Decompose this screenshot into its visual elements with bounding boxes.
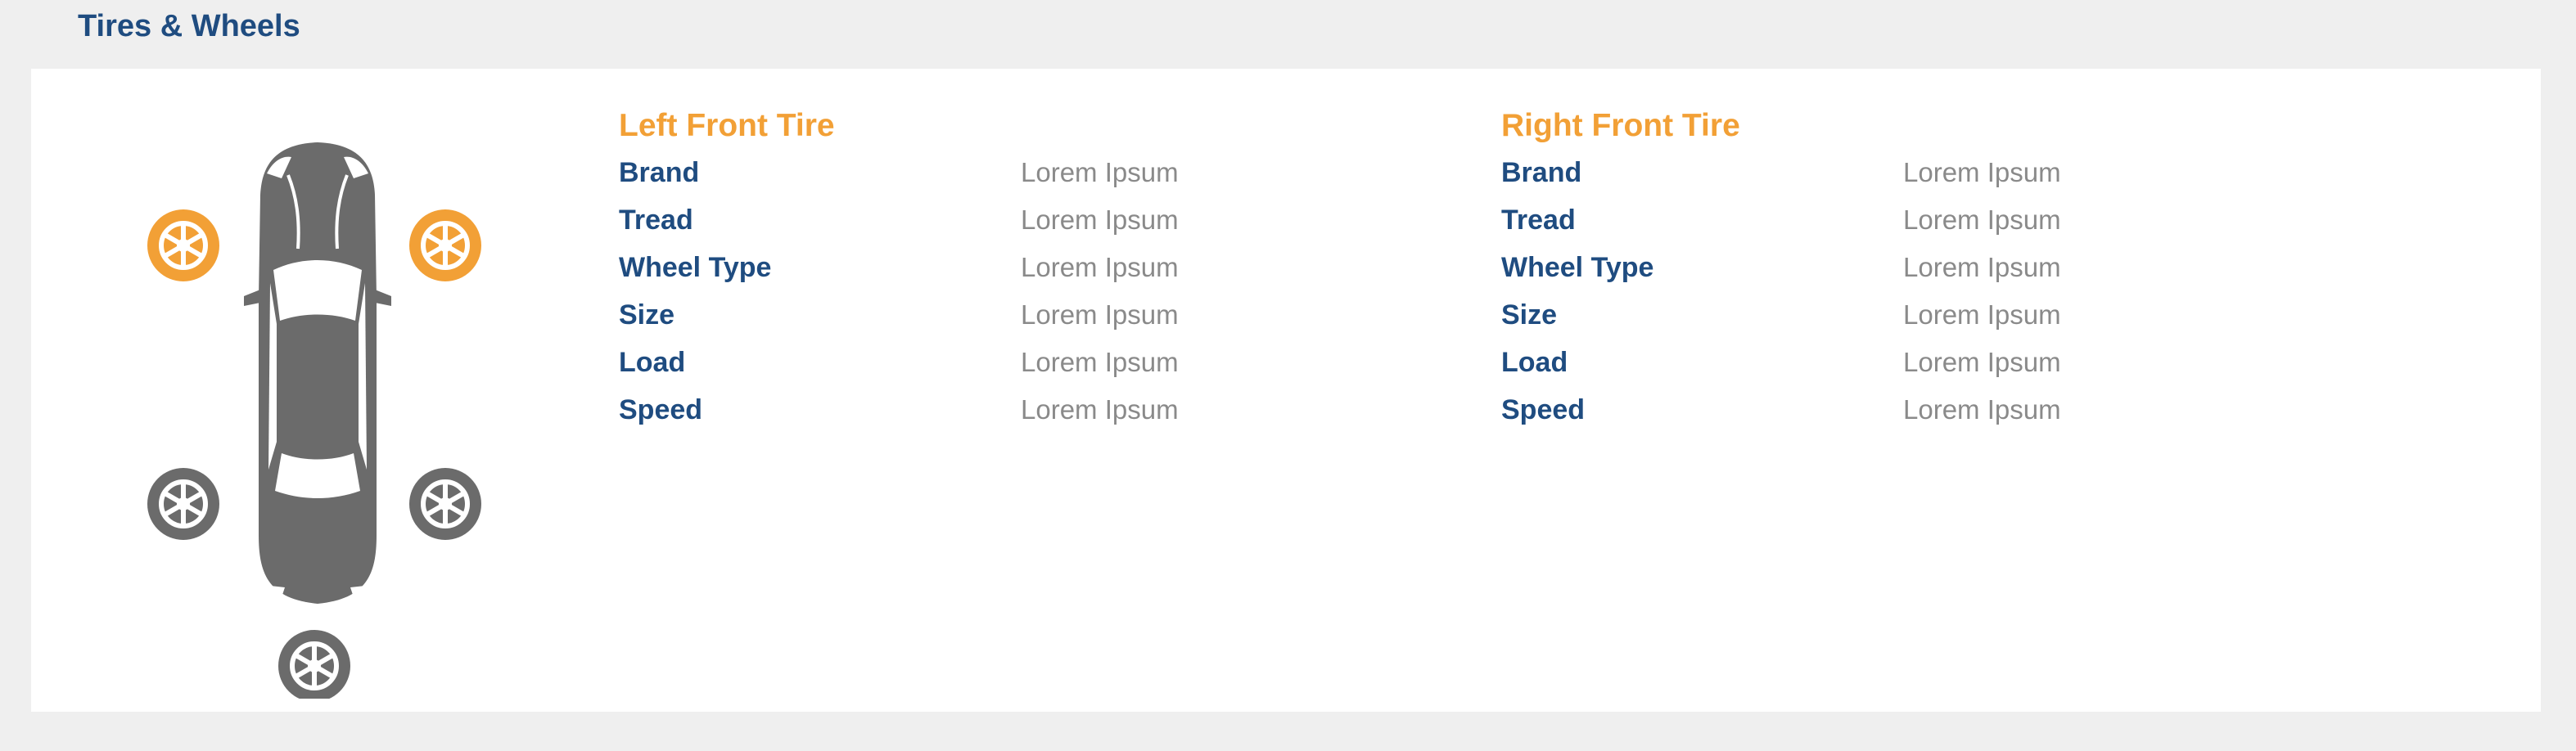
- spec-row-wheel-type: Wheel Type Lorem Ipsum: [1501, 244, 2320, 291]
- spec-row-speed: Speed Lorem Ipsum: [1501, 386, 2320, 434]
- spec-label: Size: [619, 299, 675, 331]
- spec-row-brand: Brand Lorem Ipsum: [1501, 149, 2320, 196]
- spec-value: Lorem Ipsum: [1021, 299, 1179, 330]
- spec-row-brand: Brand Lorem Ipsum: [619, 149, 1437, 196]
- tire-spare-icon[interactable]: [278, 630, 350, 699]
- spec-value: Lorem Ipsum: [1021, 252, 1179, 282]
- spec-label: Speed: [1501, 394, 1586, 425]
- tires-wheels-section: Tires & Wheels Left Front Tire Brand Lor…: [0, 0, 2576, 751]
- spec-row-tread: Tread Lorem Ipsum: [1501, 196, 2320, 244]
- car-body: [244, 142, 391, 604]
- spec-value: Lorem Ipsum: [1021, 394, 1179, 425]
- spec-row-speed: Speed Lorem Ipsum: [619, 386, 1437, 434]
- spec-label: Wheel Type: [619, 252, 772, 283]
- spec-row-tread: Tread Lorem Ipsum: [619, 196, 1437, 244]
- spec-row-wheel-type: Wheel Type Lorem Ipsum: [619, 244, 1437, 291]
- spec-row-size: Size Lorem Ipsum: [619, 291, 1437, 339]
- spec-label: Tread: [1501, 205, 1576, 236]
- tire-rear-right-icon[interactable]: [409, 468, 481, 540]
- spec-label: Load: [1501, 347, 1568, 378]
- spec-label: Size: [1501, 299, 1558, 331]
- right-front-tire-heading: Right Front Tire: [1501, 108, 1740, 143]
- spec-value: Lorem Ipsum: [1903, 299, 2061, 330]
- spec-value: Lorem Ipsum: [1903, 394, 2061, 425]
- spec-value: Lorem Ipsum: [1021, 347, 1179, 377]
- spec-row-load: Load Lorem Ipsum: [619, 339, 1437, 386]
- spec-row-size: Size Lorem Ipsum: [1501, 291, 2320, 339]
- spec-label: Wheel Type: [1501, 252, 1654, 283]
- spec-value: Lorem Ipsum: [1021, 157, 1179, 187]
- tire-rear-left-icon[interactable]: [147, 468, 219, 540]
- tire-front-right-icon[interactable]: [409, 209, 481, 281]
- spec-label: Tread: [619, 205, 693, 236]
- spec-value: Lorem Ipsum: [1903, 347, 2061, 377]
- spec-label: Brand: [1501, 157, 1582, 188]
- spec-row-load: Load Lorem Ipsum: [1501, 339, 2320, 386]
- section-title: Tires & Wheels: [78, 9, 300, 43]
- tires-card: Left Front Tire Brand Lorem Ipsum Tread …: [31, 69, 2541, 712]
- left-front-tire-heading: Left Front Tire: [619, 108, 835, 143]
- spec-label: Brand: [619, 157, 700, 188]
- spec-label: Speed: [619, 394, 703, 425]
- spec-value: Lorem Ipsum: [1903, 252, 2061, 282]
- car-top-view-icon: [147, 142, 481, 699]
- spec-label: Load: [619, 347, 686, 378]
- tire-front-left-icon[interactable]: [147, 209, 219, 281]
- spec-value: Lorem Ipsum: [1021, 205, 1179, 235]
- left-front-tire-panel: Left Front Tire Brand Lorem Ipsum Tread …: [619, 103, 1437, 434]
- spec-value: Lorem Ipsum: [1903, 205, 2061, 235]
- right-front-tire-panel: Right Front Tire Brand Lorem Ipsum Tread…: [1501, 103, 2320, 434]
- spec-value: Lorem Ipsum: [1903, 157, 2061, 187]
- car-diagram: [113, 110, 522, 699]
